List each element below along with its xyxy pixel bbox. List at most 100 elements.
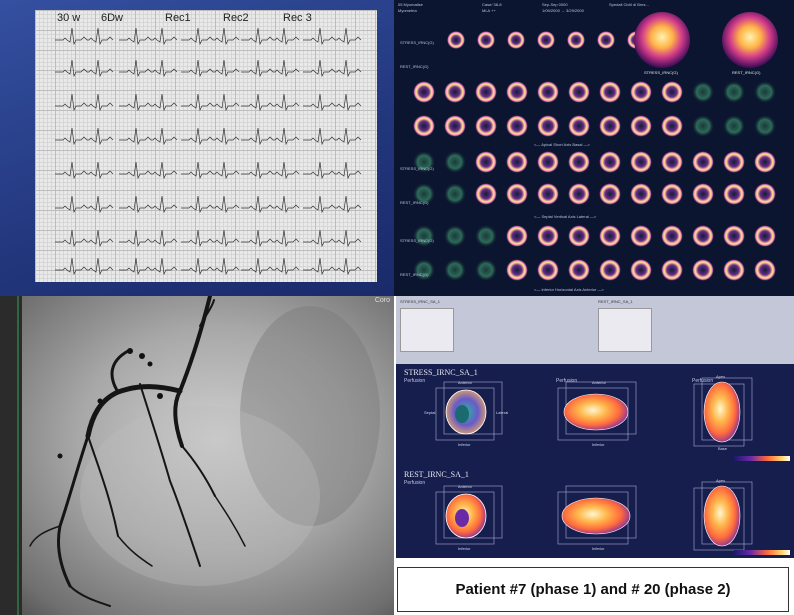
ecg-lead-trace: [119, 195, 178, 214]
spect-panel: 05 Myomatise Myometria Case/ 38-8 MLA ++…: [394, 0, 794, 296]
ecg-lead-trace: [241, 161, 300, 180]
perfusion-3d-panel: STRESS_IRNC_SA_1 REST_IRNC_SA_1 STRESS_I…: [396, 296, 794, 558]
spect-slice: [447, 31, 465, 49]
spect-slice: [599, 183, 621, 205]
ecg-lead-trace: [55, 93, 114, 112]
spect-slice: [692, 259, 714, 281]
ecg-column-label: Rec2: [223, 12, 249, 24]
angiography-panel: Coro: [0, 296, 394, 615]
row-label: REST_IRNC(G): [400, 64, 429, 69]
spect-slice: [506, 115, 528, 137]
spect-slice: [599, 81, 621, 103]
spect-slice: [754, 183, 776, 205]
ecg-lead-trace: [303, 93, 362, 112]
ecg-lead-trace: [119, 93, 178, 112]
spect-slice: [506, 225, 528, 247]
spect-slice: [597, 31, 615, 49]
spect-slice: [692, 115, 714, 137]
ecg-lead-trace: [55, 127, 114, 146]
spect-slice: [723, 81, 745, 103]
polar-label-rest: REST_IRNC(G): [732, 70, 761, 75]
spect-slice: [599, 151, 621, 173]
spect-slice: [599, 115, 621, 137]
spect-slice: [599, 259, 621, 281]
ecg-lead-trace: [241, 59, 300, 78]
ecg-lead-trace: [55, 257, 114, 276]
ecg-lead-trace: [181, 229, 240, 248]
ecg-lead-trace: [181, 93, 240, 112]
spect-slice: [413, 225, 435, 247]
spect-slice: [507, 31, 525, 49]
spect-slice: [506, 151, 528, 173]
axis-caption-vertical: <— Septal Vertical Axis Lateral —>: [534, 214, 597, 219]
spect-slice: [723, 115, 745, 137]
spect-slice: [475, 115, 497, 137]
ecg-lead-trace: [241, 27, 300, 46]
ecg-column-label: 6Dw: [101, 12, 124, 24]
orient-label: Anterior: [592, 380, 607, 385]
orient-label: Base: [718, 446, 728, 451]
ecg-lead-trace: [303, 161, 362, 180]
spect-slice: [568, 225, 590, 247]
spect-slice: [568, 81, 590, 103]
perfusion-renderings: [435, 377, 790, 555]
orient-label: Inferior: [592, 442, 605, 447]
spect-slice: [661, 183, 683, 205]
row-label: STRESS_IRNC(G): [400, 166, 434, 171]
spect-slice: [630, 259, 652, 281]
spect-slice: [537, 151, 559, 173]
ecg-sheet: 30 w 6Dw Rec1 Rec2 Rec 3: [35, 10, 377, 282]
spect-slice: [754, 151, 776, 173]
spect-slice: [692, 151, 714, 173]
ecg-lead-trace: [55, 229, 114, 248]
spect-slice: [506, 81, 528, 103]
spect-slice: [630, 115, 652, 137]
ecg-lead-trace: [119, 27, 178, 46]
spect-slice: [444, 225, 466, 247]
spect-slice: [475, 151, 497, 173]
spect-slice: [692, 225, 714, 247]
spect-slice: [723, 225, 745, 247]
figure-caption: Patient #7 (phase 1) and # 20 (phase 2): [455, 581, 731, 598]
spect-slice: [692, 183, 714, 205]
orient-label: Apex: [716, 374, 726, 379]
spect-slice: [754, 225, 776, 247]
ecg-lead-trace: [241, 127, 300, 146]
spect-slice: [475, 259, 497, 281]
ecg-lead-trace: [241, 257, 300, 276]
row-label: REST_IRNC(G): [400, 200, 429, 205]
row-label: STRESS_IRNC(G): [400, 238, 434, 243]
angiogram-label: Coro: [374, 297, 390, 304]
spect-slice: [630, 183, 652, 205]
spect-slice: [630, 151, 652, 173]
row-label: STRESS_IRNC(G): [400, 40, 434, 45]
spect-slice: [661, 259, 683, 281]
ecg-panel: 30 w 6Dw Rec1 Rec2 Rec 3: [0, 0, 394, 296]
spect-slice: [568, 151, 590, 173]
spect-slice: [754, 115, 776, 137]
spect-slice: [567, 31, 585, 49]
spect-slice: [723, 183, 745, 205]
ecg-lead-trace: [181, 195, 240, 214]
orient-label: Inferior: [592, 546, 605, 551]
ecg-lead-trace: [55, 59, 114, 78]
spect-slice: [506, 259, 528, 281]
ecg-lead-trace: [55, 195, 114, 214]
ecg-lead-trace: [241, 195, 300, 214]
spect-slice: [537, 81, 559, 103]
spect-slice: [537, 225, 559, 247]
orient-label: Apex: [716, 478, 726, 483]
spect-slice: [661, 225, 683, 247]
spect-slice: [537, 115, 559, 137]
spect-slice: [568, 115, 590, 137]
spect-images: [413, 12, 778, 281]
spect-slice: [475, 81, 497, 103]
spect-slice: [661, 81, 683, 103]
spect-slice: [661, 115, 683, 137]
orient-label: Anterior: [458, 380, 473, 385]
ecg-lead-trace: [55, 161, 114, 180]
spect-slice: [444, 81, 466, 103]
spect-slice: [477, 31, 495, 49]
ecg-lead-trace: [119, 229, 178, 248]
axis-caption-horizontal: <— Inferior Horizontal Axis Anterior —>: [534, 287, 604, 292]
